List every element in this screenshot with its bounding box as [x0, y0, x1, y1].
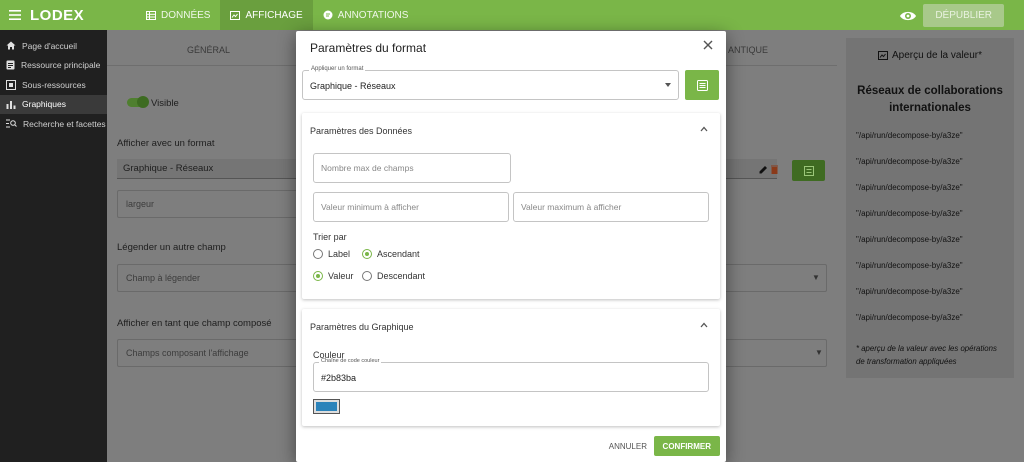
- close-icon[interactable]: [702, 39, 714, 51]
- max-value-input[interactable]: Valeur maximum à afficher: [513, 192, 709, 222]
- color-swatch[interactable]: [313, 399, 340, 414]
- width-input[interactable]: largeur: [117, 190, 303, 218]
- sidebar-item-search-facets[interactable]: Recherche et facettes: [0, 114, 107, 134]
- color-code-label: Chaîne de code couleur: [319, 358, 382, 364]
- nav-tab-annotations[interactable]: ANNOTATIONS: [313, 0, 419, 30]
- graph-panel-title[interactable]: Paramètres du Graphique: [310, 322, 414, 332]
- radio-label: Label: [328, 249, 351, 259]
- sidebar-item-home[interactable]: Page d'accueil: [0, 36, 107, 56]
- max-fields-input[interactable]: Nombre max de champs: [313, 153, 511, 183]
- visible-toggle[interactable]: [127, 96, 149, 108]
- sidebar-item-graphs[interactable]: Graphiques: [0, 94, 107, 114]
- preview-line: "/api/run/decompose-by/a3ze": [856, 131, 963, 140]
- data-settings-panel: Paramètres des Données Nombre max de cha…: [302, 113, 720, 299]
- radio-label: Valeur: [328, 271, 354, 281]
- comment-icon: [323, 10, 333, 20]
- graph-settings-panel: Paramètres du Graphique Couleur Chaîne d…: [302, 309, 720, 426]
- search-list-icon: [6, 119, 17, 128]
- sidebar-item-label: Ressource principale: [21, 60, 101, 71]
- list-icon: [803, 165, 814, 176]
- preview-line: "/api/run/decompose-by/a3ze": [856, 157, 963, 166]
- preview-icon: [877, 51, 888, 60]
- sidebar-item-label: Graphiques: [22, 99, 66, 110]
- preview-line: "/api/run/decompose-by/a3ze": [856, 261, 963, 270]
- color-code-input[interactable]: Chaîne de code couleur #2b83ba: [313, 358, 709, 392]
- color-code-value: #2b83ba: [321, 373, 357, 383]
- min-value-input[interactable]: Valeur minimum à afficher: [313, 192, 509, 222]
- apply-format-label: Appliquer un format: [309, 66, 366, 72]
- nav-tab-label: DONNÉES: [161, 9, 211, 21]
- chevron-up-icon[interactable]: [700, 322, 708, 328]
- preview-line: "/api/run/decompose-by/a3ze": [856, 287, 963, 296]
- radio-label: Descendant: [377, 271, 426, 281]
- display-icon: [230, 10, 241, 20]
- sidebar-item-subresources[interactable]: Sous-ressources: [0, 75, 107, 95]
- chevron-down-icon: [665, 83, 671, 87]
- apply-format-value: Graphique - Réseaux: [310, 81, 396, 91]
- app-brand[interactable]: LODEX: [30, 7, 130, 24]
- hamburger-menu-icon[interactable]: [4, 0, 26, 30]
- nav-tab-label: AFFICHAGE: [245, 9, 303, 21]
- radio-off-icon: [362, 271, 372, 281]
- sidebar-item-label: Recherche et facettes: [23, 118, 106, 129]
- legend-section-label: Légender un autre champ: [117, 242, 226, 253]
- sort-by-label: Trier par: [313, 232, 347, 242]
- preview-note: * aperçu de la valeur avec les opération…: [856, 344, 997, 366]
- list-icon: [696, 79, 708, 91]
- visible-label: Visible: [151, 98, 179, 109]
- format-settings-dialog: Paramètres du format Appliquer un format…: [296, 31, 726, 462]
- sort-value-radio[interactable]: Valeur: [313, 271, 353, 281]
- tab-semantic[interactable]: ANTIQUE: [728, 45, 768, 55]
- tab-general[interactable]: GÉNÉRAL: [187, 45, 230, 55]
- nav-tab-donnees[interactable]: DONNÉES: [136, 0, 220, 30]
- color-swatch-fill: [316, 402, 337, 411]
- bar-chart-icon: [6, 100, 16, 109]
- sort-descending-radio[interactable]: Descendant: [362, 271, 425, 281]
- subresource-icon: [6, 79, 16, 90]
- unpublish-button[interactable]: DÉPUBLIER: [923, 4, 1004, 27]
- apply-format-select[interactable]: Appliquer un format Graphique - Réseaux: [302, 66, 679, 100]
- sort-label-radio[interactable]: Label: [313, 249, 350, 259]
- preview-heading: Réseaux de collaborations internationale…: [857, 85, 1003, 114]
- dialog-footer: ANNULER CONFIRMER: [296, 436, 726, 462]
- preview-line: "/api/run/decompose-by/a3ze": [856, 183, 963, 192]
- data-panel-title[interactable]: Paramètres des Données: [310, 126, 412, 136]
- nav-tab-label: ANNOTATIONS: [337, 9, 409, 21]
- home-icon: [6, 41, 16, 50]
- sidebar-item-main-resource[interactable]: Ressource principale: [0, 56, 107, 76]
- cancel-button[interactable]: ANNULER: [609, 442, 647, 451]
- table-icon: [146, 10, 156, 20]
- format-settings-button[interactable]: [792, 160, 825, 181]
- radio-on-icon: [362, 249, 372, 259]
- sort-ascending-radio[interactable]: Ascendant: [362, 249, 420, 259]
- preview-title: Aperçu de la valeur*: [856, 50, 1004, 61]
- value-preview-panel: Aperçu de la valeur* Réseaux de collabor…: [846, 38, 1014, 378]
- preview-line: "/api/run/decompose-by/a3ze": [856, 209, 963, 218]
- sidebar-item-label: Page d'accueil: [22, 40, 78, 51]
- eye-icon[interactable]: [899, 7, 917, 25]
- radio-label: Ascendant: [377, 249, 420, 259]
- composed-caret-icon: ▼: [815, 348, 823, 357]
- sidebar-item-label: Sous-ressources: [22, 79, 86, 90]
- preview-title-text: Aperçu de la valeur*: [891, 50, 983, 61]
- sidebar: Page d'accueil Ressource principale Sous…: [0, 30, 107, 462]
- radio-off-icon: [313, 249, 323, 259]
- chevron-up-icon[interactable]: [700, 126, 708, 132]
- document-icon: [6, 60, 15, 70]
- edit-icon[interactable]: [759, 165, 768, 174]
- top-bar: LODEX DONNÉES AFFICHAGE ANNOTATIONS DÉPU…: [0, 0, 1024, 30]
- legend-caret-icon: ▼: [812, 273, 820, 282]
- preview-line: "/api/run/decompose-by/a3ze": [856, 313, 963, 322]
- composed-section-label: Afficher en tant que champ composé: [117, 318, 272, 329]
- preview-line: "/api/run/decompose-by/a3ze": [856, 235, 963, 244]
- dialog-title: Paramètres du format: [310, 41, 427, 55]
- radio-on-icon: [313, 271, 323, 281]
- format-list-button[interactable]: [685, 70, 719, 100]
- delete-icon[interactable]: [771, 165, 778, 174]
- confirm-button[interactable]: CONFIRMER: [653, 436, 720, 456]
- nav-tab-affichage[interactable]: AFFICHAGE: [220, 0, 313, 30]
- format-section-label: Afficher avec un format: [117, 138, 215, 149]
